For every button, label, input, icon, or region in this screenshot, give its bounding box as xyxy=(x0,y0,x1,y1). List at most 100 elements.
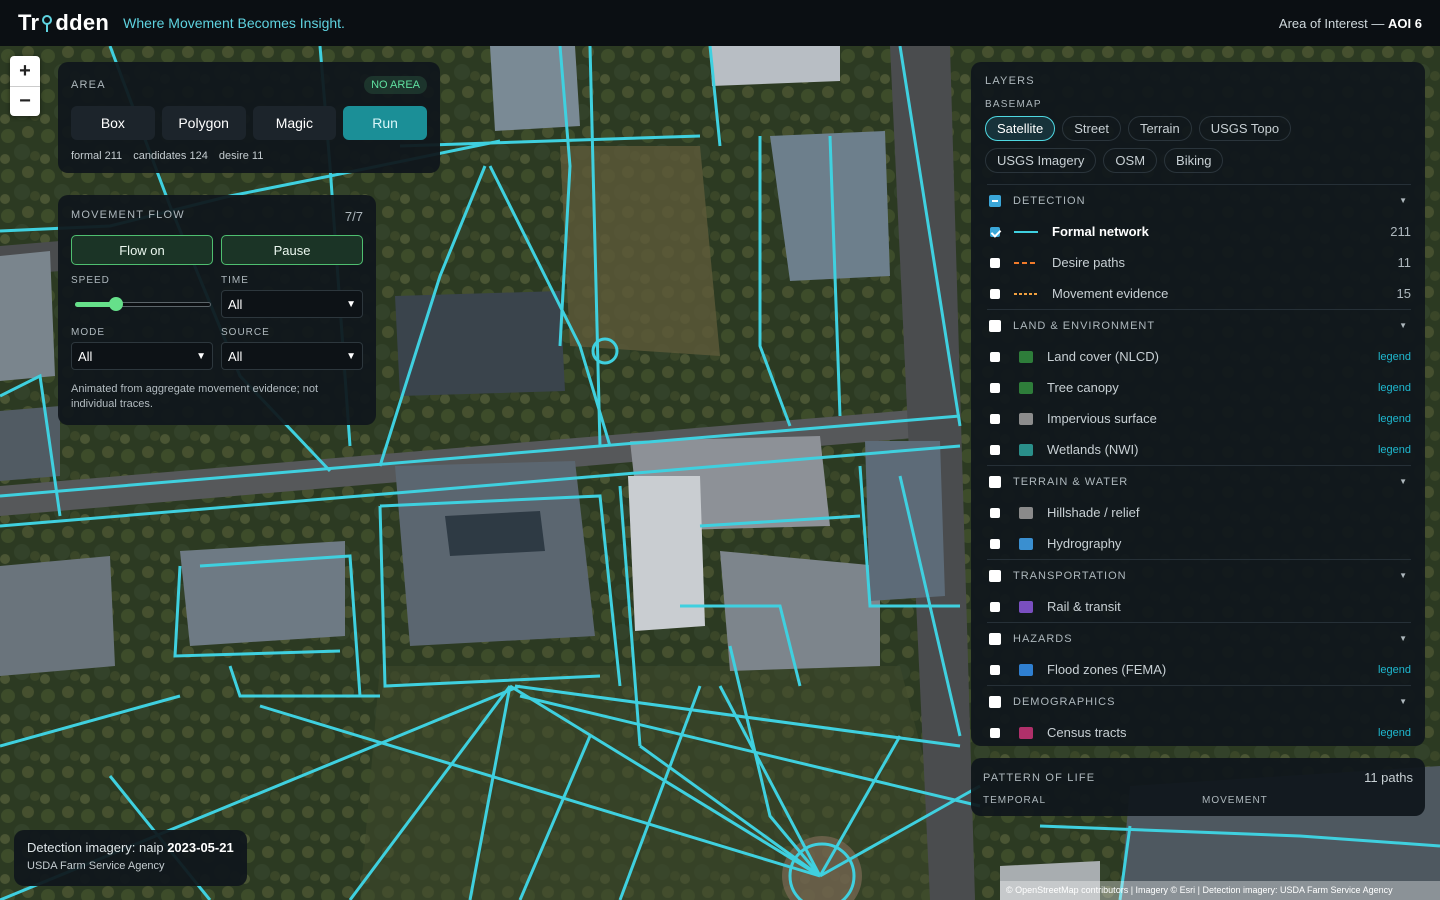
group-name: DETECTION xyxy=(1013,194,1086,207)
speed-handle[interactable] xyxy=(108,297,123,311)
layer-name: Census tracts xyxy=(1047,725,1127,740)
pattern-count: 11 paths xyxy=(1364,770,1413,785)
logo-text-right: dden xyxy=(55,10,110,35)
formal-line-swatch xyxy=(1014,230,1038,233)
legend-link[interactable]: legend xyxy=(1378,444,1411,456)
wetlands-checkbox[interactable] xyxy=(990,444,1000,455)
layer-name: Movement evidence xyxy=(1052,286,1169,301)
formal-network-checkbox[interactable] xyxy=(990,226,1000,237)
basemap-usgs-imagery[interactable]: USGS Imagery xyxy=(985,148,1097,173)
time-label: TIME xyxy=(221,275,249,286)
zoom-out-button[interactable]: − xyxy=(10,86,40,116)
layer-name: Formal network xyxy=(1052,224,1149,239)
transport-group-checkbox[interactable] xyxy=(989,569,1001,582)
layers-title: LAYERS xyxy=(985,75,1035,87)
layer-count: 15 xyxy=(1396,286,1411,301)
layer-census-tracts[interactable]: Census tracts legend xyxy=(985,717,1411,748)
movement-label: MOVEMENT xyxy=(1202,795,1268,806)
magic-tool-button[interactable]: Magic xyxy=(252,106,337,140)
pause-button[interactable]: Pause xyxy=(221,235,363,265)
group-hazards[interactable]: HAZARDS ▼ xyxy=(985,623,1411,654)
speed-slider[interactable] xyxy=(71,290,213,318)
group-demographics[interactable]: DEMOGRAPHICS ▼ xyxy=(985,686,1411,717)
caret-down-icon[interactable]: ▼ xyxy=(1399,634,1407,643)
run-button[interactable]: Run xyxy=(343,106,427,140)
layer-flood-zones[interactable]: Flood zones (FEMA) legend xyxy=(985,654,1411,685)
layer-movement-evidence[interactable]: Movement evidence 15 xyxy=(985,278,1411,309)
caret-down-icon[interactable]: ▼ xyxy=(1399,697,1407,706)
hazards-group-checkbox[interactable] xyxy=(989,632,1001,645)
zoom-in-button[interactable]: + xyxy=(10,56,40,86)
basemap-osm[interactable]: OSM xyxy=(1103,148,1158,173)
tree-canopy-swatch xyxy=(1019,381,1033,394)
caret-down-icon[interactable]: ▼ xyxy=(1399,196,1407,205)
group-land-environment[interactable]: LAND & ENVIRONMENT ▼ xyxy=(985,310,1411,341)
terrain-group-checkbox[interactable] xyxy=(989,475,1001,488)
flow-title: MOVEMENT FLOW xyxy=(71,209,185,221)
flow-toggle-button[interactable]: Flow on xyxy=(71,235,213,265)
layer-rail-transit[interactable]: Rail & transit xyxy=(985,591,1411,622)
layer-land-cover[interactable]: Land cover (NLCD) legend xyxy=(985,341,1411,372)
mode-label: MODE xyxy=(71,327,105,338)
hydrography-swatch xyxy=(1019,537,1033,550)
basemap-terrain[interactable]: Terrain xyxy=(1127,116,1192,141)
source-select[interactable]: All ▼ xyxy=(221,342,363,370)
movement-evidence-checkbox[interactable] xyxy=(990,288,1000,299)
app-logo[interactable]: Tr dden xyxy=(18,10,109,36)
layer-count: 11 xyxy=(1397,255,1412,270)
census-swatch xyxy=(1019,726,1033,739)
basemap-biking[interactable]: Biking xyxy=(1164,148,1224,173)
desire-paths-checkbox[interactable] xyxy=(990,257,1000,268)
legend-link[interactable]: legend xyxy=(1378,664,1411,676)
legend-link[interactable]: legend xyxy=(1378,351,1411,363)
legend-link[interactable]: legend xyxy=(1378,413,1411,425)
time-select[interactable]: All ▼ xyxy=(221,290,363,318)
flood-zones-checkbox[interactable] xyxy=(990,664,1000,675)
census-checkbox[interactable] xyxy=(990,727,1000,738)
land-cover-checkbox[interactable] xyxy=(990,351,1000,362)
map-attribution[interactable]: © OpenStreetMap contributors | Imagery ©… xyxy=(1000,881,1440,900)
layer-name: Hydrography xyxy=(1047,536,1122,551)
source-label: SOURCE xyxy=(221,327,270,338)
tagline: Where Movement Becomes Insight. xyxy=(123,15,345,31)
layer-name: Desire paths xyxy=(1052,255,1125,270)
caret-down-icon[interactable]: ▼ xyxy=(1399,321,1407,330)
group-transportation[interactable]: TRANSPORTATION ▼ xyxy=(985,560,1411,591)
layer-wetlands[interactable]: Wetlands (NWI) legend xyxy=(985,434,1411,465)
logo-text-left: Tr xyxy=(18,10,40,35)
land-group-checkbox[interactable] xyxy=(989,319,1001,332)
caret-down-icon[interactable]: ▼ xyxy=(1399,477,1407,486)
polygon-tool-button[interactable]: Polygon xyxy=(161,106,246,140)
demographics-group-checkbox[interactable] xyxy=(989,695,1001,708)
detection-group-checkbox[interactable] xyxy=(989,194,1001,207)
rail-checkbox[interactable] xyxy=(990,601,1000,612)
aoi-label: Area of Interest — xyxy=(1278,15,1385,31)
layer-hydrography[interactable]: Hydrography xyxy=(985,528,1411,559)
layer-name: Wetlands (NWI) xyxy=(1047,442,1139,457)
legend-link[interactable]: legend xyxy=(1378,382,1411,394)
layer-desire-paths[interactable]: Desire paths 11 xyxy=(985,247,1411,278)
hillshade-checkbox[interactable] xyxy=(990,507,1000,518)
legend-link[interactable]: legend xyxy=(1378,727,1411,739)
box-tool-button[interactable]: Box xyxy=(71,106,155,140)
tree-canopy-checkbox[interactable] xyxy=(990,382,1000,393)
basemap-satellite[interactable]: Satellite xyxy=(985,116,1056,141)
group-detection[interactable]: DETECTION ▼ xyxy=(985,185,1411,216)
basemap-usgs-topo[interactable]: USGS Topo xyxy=(1198,116,1292,141)
chevron-down-icon: ▼ xyxy=(346,298,356,310)
caret-down-icon[interactable]: ▼ xyxy=(1399,571,1407,580)
group-terrain-water[interactable]: TERRAIN & WATER ▼ xyxy=(985,466,1411,497)
basemap-chips: Satellite Street Terrain USGS Topo USGS … xyxy=(985,116,1405,173)
speed-label: SPEED xyxy=(71,275,110,286)
mode-select[interactable]: All ▼ xyxy=(71,342,213,370)
hydrography-checkbox[interactable] xyxy=(990,538,1000,549)
pattern-title: PATTERN OF LIFE xyxy=(983,771,1096,784)
aoi-value: AOI 6 xyxy=(1388,15,1422,31)
layer-tree-canopy[interactable]: Tree canopy legend xyxy=(985,372,1411,403)
pattern-of-life-panel: PATTERN OF LIFE 11 paths TEMPORAL MOVEME… xyxy=(971,758,1425,816)
layer-formal-network[interactable]: Formal network 211 xyxy=(985,216,1411,247)
layer-impervious-surface[interactable]: Impervious surface legend xyxy=(985,403,1411,434)
impervious-checkbox[interactable] xyxy=(990,413,1000,424)
basemap-street[interactable]: Street xyxy=(1062,116,1121,141)
layer-hillshade[interactable]: Hillshade / relief xyxy=(985,497,1411,528)
